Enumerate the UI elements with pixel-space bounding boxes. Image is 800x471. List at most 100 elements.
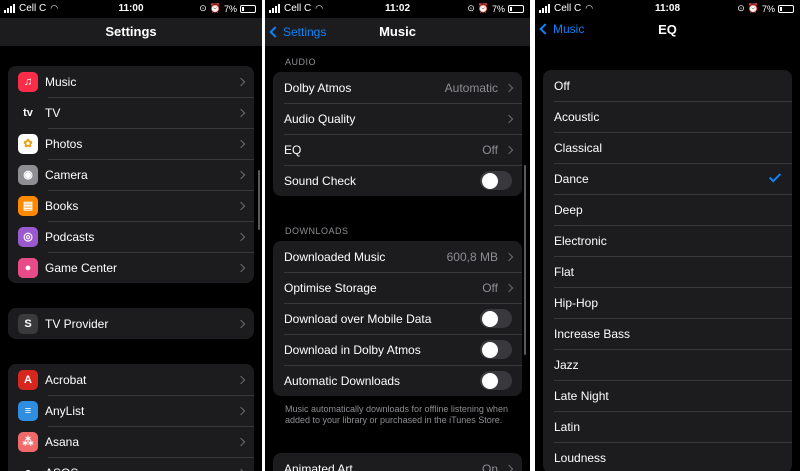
chevron-right-icon [236,319,246,328]
apple-apps-group: ♫ Music tv TV ✿ Photos ◉ Camera ▤ Books ◎ Podcasts ●… [8,66,254,283]
settings-item-asos[interactable]: a ASOS [8,457,254,471]
asos-icon: a [18,462,38,471]
settings-screen: Cell C ◠ 11:00 ⊙ ⏰ 7% Settings ♫ Music tv T… [0,0,262,471]
eq-option-acoustic[interactable]: Acoustic [543,101,792,132]
audio-group: Dolby Atmos Automatic Audio Quality EQ Off So… [273,72,522,196]
settings-item-acrobat[interactable]: A Acrobat [8,364,254,395]
eq-option-deep[interactable]: Deep [543,194,792,225]
settings-item-books[interactable]: ▤ Books [8,190,254,221]
setting-row-downloaded-music[interactable]: Downloaded Music 600,8 MB [273,241,522,272]
setting-row-dolby-atmos[interactable]: Dolby Atmos Automatic [273,72,522,103]
photos-icon: ✿ [18,133,38,154]
scrollbar[interactable] [257,170,260,230]
chevron-right-icon [236,170,246,179]
scrollbar[interactable] [523,165,526,355]
settings-item-asana[interactable]: ⁂ Asana [8,426,254,457]
setting-label: Optimise Storage [284,280,377,295]
acrobat-icon: A [18,369,38,390]
setting-row-sound-check: Sound Check [273,165,522,196]
setting-label: Downloaded Music [284,249,386,264]
eq-option-increase-bass[interactable]: Increase Bass [543,318,792,349]
lock-rotation-icon: ⊙ [199,3,207,13]
setting-row-automatic-downloads: Automatic Downloads [273,365,522,396]
eq-option-hip-hop[interactable]: Hip-Hop [543,287,792,318]
setting-row-download-over-mobile-data: Download over Mobile Data [273,303,522,334]
alarm-icon: ⏰ [209,3,221,13]
eq-option-label: Increase Bass [554,326,631,341]
chevron-right-icon [504,464,514,471]
setting-label: Sound Check [284,173,357,188]
setting-row-eq[interactable]: EQ Off [273,134,522,165]
page-title: EQ [658,22,677,37]
settings-item-camera[interactable]: ◉ Camera [8,159,254,190]
music-settings-screen: Cell C ◠ 11:02 ⊙ ⏰ 7% Settings Music AUD… [265,0,530,471]
eq-option-label: Acoustic [554,109,600,124]
eq-option-dance[interactable]: Dance [543,163,792,194]
chevron-right-icon [504,145,514,154]
podcasts-icon: ◎ [18,226,38,247]
nav-bar: Settings [0,18,262,46]
setting-value: Automatic [444,80,498,95]
battery-icon [508,4,524,13]
battery-percent: 7% [761,3,775,14]
eq-option-jazz[interactable]: Jazz [543,349,792,380]
setting-label: Animated Art [284,461,353,471]
third-party-apps-group: A Acrobat ≡ AnyList ⁂ Asana a ASOS [8,364,254,471]
settings-item-label: AnyList [45,403,85,418]
setting-label: Dolby Atmos [284,80,352,95]
status-bar: Cell C ◠ 11:00 ⊙ ⏰ 7% [0,0,262,18]
battery-percent: 7% [491,3,505,14]
eq-option-label: Flat [554,264,575,279]
setting-label: Download over Mobile Data [284,311,432,326]
chevron-right-icon [504,83,514,92]
music-icon: ♫ [18,71,38,92]
eq-option-loudness[interactable]: Loudness [543,442,792,471]
setting-row-animated-art[interactable]: Animated Art On [273,453,522,471]
settings-item-anylist[interactable]: ≡ AnyList [8,395,254,426]
settings-item-music[interactable]: ♫ Music [8,66,254,97]
eq-options-list: Off Acoustic Classical Dance Deep Electronic F… [543,70,792,471]
setting-value: 600,8 MB [446,249,498,264]
setting-value: Off [482,142,498,157]
settings-item-label: Game Center [45,260,118,275]
camera-icon: ◉ [18,164,38,185]
eq-option-late-night[interactable]: Late Night [543,380,792,411]
settings-item-tv-provider[interactable]: S TV Provider [8,308,254,339]
eq-option-flat[interactable]: Flat [543,256,792,287]
chevron-right-icon [236,77,246,86]
settings-item-label: ASOS [45,466,78,471]
settings-item-tv[interactable]: tv TV [8,97,254,128]
chevron-right-icon [236,263,246,272]
download-over-mobile-data-toggle[interactable] [480,309,512,328]
nav-bar: Settings Music [265,18,530,46]
lock-rotation-icon: ⊙ [467,3,475,13]
automatic-downloads-toggle[interactable] [480,371,512,390]
chevron-right-icon [236,437,246,446]
setting-row-audio-quality[interactable]: Audio Quality [273,103,522,134]
artwork-group: Animated Art On [273,453,522,471]
eq-option-electronic[interactable]: Electronic [543,225,792,256]
eq-option-label: Deep [554,202,583,217]
setting-row-optimise-storage[interactable]: Optimise Storage Off [273,272,522,303]
settings-item-podcasts[interactable]: ◎ Podcasts [8,221,254,252]
eq-option-label: Classical [554,140,603,155]
settings-item-label: Camera [45,167,88,182]
settings-item-game-center[interactable]: ● Game Center [8,252,254,283]
eq-option-classical[interactable]: Classical [543,132,792,163]
settings-item-photos[interactable]: ✿ Photos [8,128,254,159]
chevron-right-icon [236,375,246,384]
download-in-dolby-atmos-toggle[interactable] [480,340,512,359]
downloads-section-header: DOWNLOADS [285,226,349,236]
settings-item-label: Photos [45,136,83,151]
setting-label: Automatic Downloads [284,373,401,388]
chevron-right-icon [504,252,514,261]
settings-item-label: Acrobat [45,372,87,387]
eq-option-latin[interactable]: Latin [543,411,792,442]
eq-option-off[interactable]: Off [543,70,792,101]
setting-label: Download in Dolby Atmos [284,342,421,357]
sound-check-toggle[interactable] [480,171,512,190]
downloads-group: Downloaded Music 600,8 MB Optimise Storage… [273,241,522,396]
chevron-right-icon [236,139,246,148]
eq-option-label: Late Night [554,388,609,403]
battery-percent: 7% [223,3,237,14]
